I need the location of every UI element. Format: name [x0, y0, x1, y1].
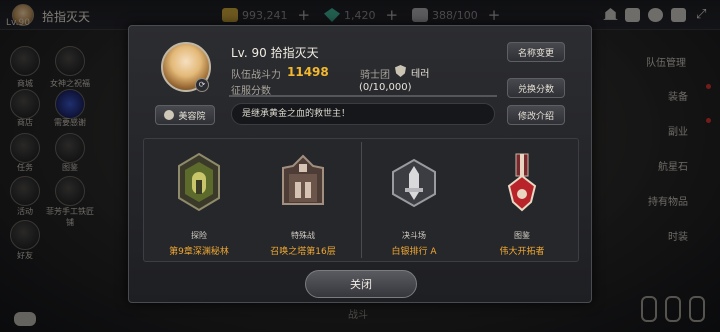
guild-label: 骑士团: [360, 70, 390, 81]
achievement-value: 第9章深渊秘林: [169, 247, 229, 257]
close-label: 关闭: [350, 278, 372, 291]
guild-name: 테러: [411, 69, 430, 80]
rename-button[interactable]: 名称变更: [507, 42, 565, 62]
exchange-label: 兑换分数: [517, 84, 554, 95]
profile-name: Lv. 90 拾指灭天: [231, 46, 319, 60]
panel-divider: [361, 142, 362, 258]
achievement-category: 特殊战: [291, 231, 315, 240]
achievement-special-battle[interactable]: 特殊战 召唤之塔第16层: [263, 230, 343, 257]
power-value: 11498: [287, 65, 329, 79]
achievement-category: 探险: [191, 231, 207, 240]
score-value: (0/10,000): [359, 82, 412, 93]
achievement-category: 图鉴: [514, 231, 530, 240]
beauty-salon-icon: [164, 110, 175, 120]
guild-shield-icon: [395, 65, 406, 77]
achievement-arena[interactable]: 决斗场 白银排行 A: [374, 230, 454, 257]
achievement-codex[interactable]: 图鉴 伟大开拓者: [482, 230, 562, 257]
avatar-change-icon[interactable]: ⟳: [195, 78, 209, 92]
beauty-salon-label: 美容院: [178, 111, 206, 122]
power-label: 队伍战斗力: [231, 70, 281, 81]
achievement-value: 召唤之塔第16层: [270, 247, 336, 257]
beauty-salon-button[interactable]: 美容院: [155, 105, 215, 125]
edit-intro-label: 修改介绍: [517, 111, 554, 122]
game-screen: 拾指灭天 993,241 + 1,420 + 388/100 + ⤢ Lv.90…: [0, 0, 720, 332]
close-button[interactable]: 关闭: [305, 270, 417, 298]
achievement-value: 白银排行 A: [391, 247, 437, 257]
achievement-value: 伟大开拓者: [499, 247, 545, 257]
adventure-emblem: [178, 152, 220, 212]
codex-medal-emblem: [507, 153, 537, 212]
motto-field[interactable]: 是继承黄金之血的救世主！: [231, 103, 495, 125]
edit-intro-button[interactable]: 修改介绍: [507, 105, 565, 125]
profile-dialog: ⟳ Lv. 90 拾指灭天 队伍战斗力 11498 骑士团 테러 征服分数 (0…: [128, 25, 592, 303]
score-progress-bar: [229, 95, 497, 97]
arena-emblem: [392, 158, 436, 208]
special-battle-emblem: [282, 154, 324, 205]
achievement-category: 决斗场: [402, 231, 426, 240]
rename-label: 名称变更: [517, 48, 554, 59]
achievement-adventure[interactable]: 探险 第9章深渊秘林: [159, 230, 239, 257]
exchange-score-button[interactable]: 兑换分数: [507, 78, 565, 98]
